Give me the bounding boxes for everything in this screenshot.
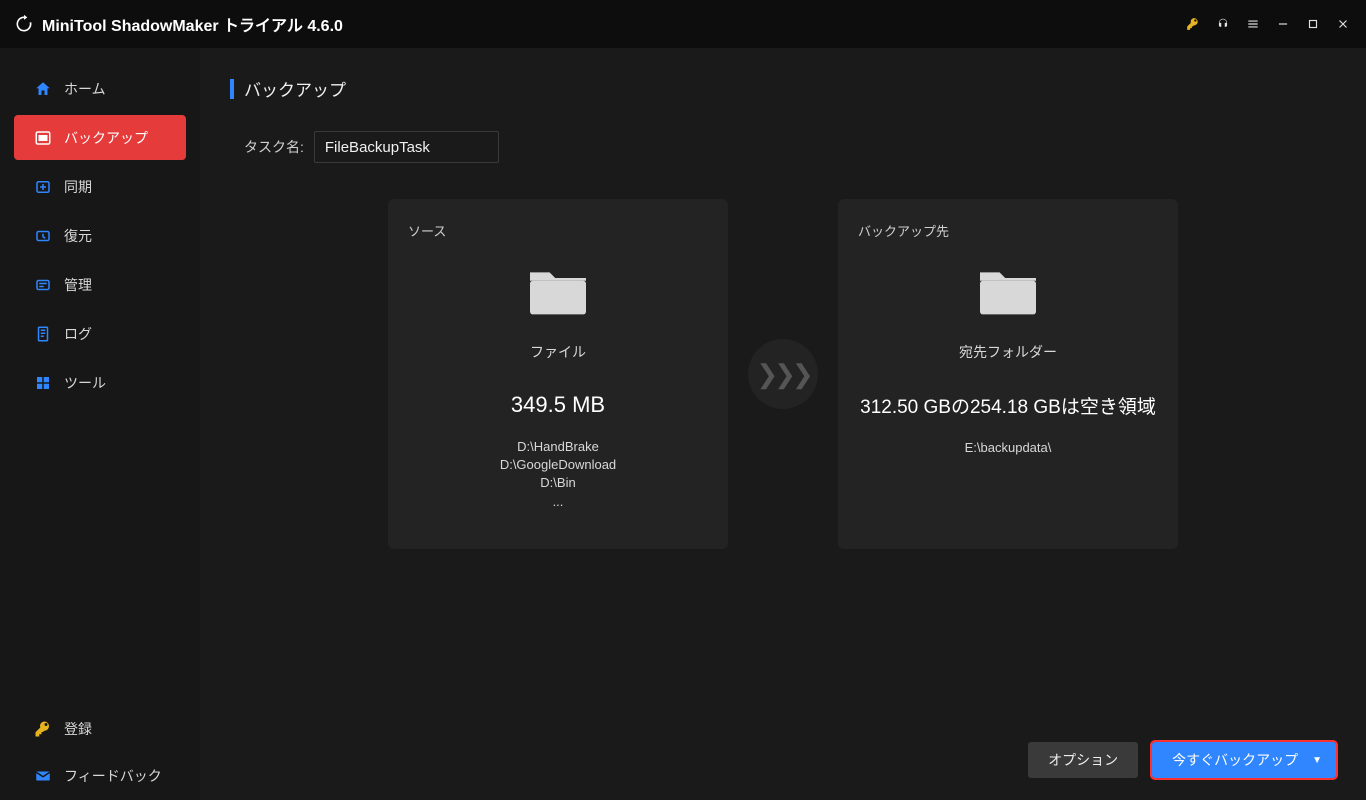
sidebar-item-label: ログ [64, 324, 92, 344]
sidebar-register[interactable]: 登録 [14, 706, 186, 751]
options-button[interactable]: オプション [1028, 742, 1138, 778]
restore-icon [34, 227, 52, 245]
task-name-label: タスク名: [244, 137, 304, 157]
source-paths: D:\HandBrake D:\GoogleDownload D:\Bin ..… [500, 438, 616, 511]
backup-cards: ソース ファイル 349.5 MB D:\HandBrake D:\Google… [230, 199, 1336, 549]
page-title: バックアップ [244, 76, 346, 101]
footer-actions: オプション 今すぐバックアップ ▼ [230, 722, 1336, 778]
sidebar-item-home[interactable]: ホーム [14, 66, 186, 111]
page-header: バックアップ [230, 76, 1336, 101]
destination-caption: バックアップ先 [858, 221, 949, 240]
license-key-icon[interactable] [1178, 9, 1208, 39]
sidebar-item-label: 同期 [64, 177, 92, 197]
app-logo-icon [14, 14, 34, 34]
sidebar: ホーム バックアップ 同期 復元 管理 ログ [0, 48, 200, 800]
destination-space: 312.50 GBの254.18 GBは空き領域 [860, 392, 1156, 419]
sidebar-feedback[interactable]: フィードバック [14, 753, 186, 798]
support-icon[interactable] [1208, 9, 1238, 39]
arrow-icon: ❯❯❯ [748, 339, 818, 409]
log-icon [34, 325, 52, 343]
key-icon [34, 720, 52, 738]
minimize-icon[interactable] [1268, 9, 1298, 39]
home-icon [34, 80, 52, 98]
folder-icon [973, 264, 1043, 320]
manage-icon [34, 276, 52, 294]
sidebar-item-label: ツール [64, 373, 106, 393]
destination-path: E:\backupdata\ [965, 439, 1052, 457]
sidebar-item-label: バックアップ [64, 128, 148, 148]
sidebar-item-sync[interactable]: 同期 [14, 164, 186, 209]
main-content: バックアップ タスク名: ソース ファイル 349.5 MB D:\HandBr… [200, 48, 1366, 800]
source-caption: ソース [408, 221, 446, 240]
backup-now-button[interactable]: 今すぐバックアップ ▼ [1152, 742, 1336, 778]
task-name-input[interactable] [314, 131, 499, 163]
dropdown-caret-icon: ▼ [1312, 755, 1322, 766]
task-name-row: タスク名: [244, 131, 1336, 163]
title-bar: MiniTool ShadowMaker トライアル 4.6.0 [0, 0, 1366, 48]
menu-icon[interactable] [1238, 9, 1268, 39]
sidebar-item-tools[interactable]: ツール [14, 360, 186, 405]
destination-type-label: 宛先フォルダー [959, 342, 1057, 362]
sidebar-item-label: 管理 [64, 275, 92, 295]
destination-card[interactable]: バックアップ先 宛先フォルダー 312.50 GBの254.18 GBは空き領域… [838, 199, 1178, 549]
close-icon[interactable] [1328, 9, 1358, 39]
header-accent-bar [230, 79, 234, 99]
mail-icon [34, 767, 52, 785]
sidebar-feedback-label: フィードバック [64, 766, 162, 786]
sidebar-item-restore[interactable]: 復元 [14, 213, 186, 258]
source-size: 349.5 MB [511, 392, 605, 418]
maximize-icon[interactable] [1298, 9, 1328, 39]
tools-icon [34, 374, 52, 392]
backup-icon [34, 129, 52, 147]
sidebar-item-label: 復元 [64, 226, 92, 246]
source-type-label: ファイル [530, 342, 586, 362]
app-logo: MiniTool ShadowMaker トライアル 4.6.0 [14, 12, 343, 36]
sidebar-item-label: ホーム [64, 79, 106, 99]
sidebar-item-log[interactable]: ログ [14, 311, 186, 356]
sidebar-register-label: 登録 [64, 719, 92, 739]
source-card[interactable]: ソース ファイル 349.5 MB D:\HandBrake D:\Google… [388, 199, 728, 549]
sidebar-item-backup[interactable]: バックアップ [14, 115, 186, 160]
sidebar-item-manage[interactable]: 管理 [14, 262, 186, 307]
sync-icon [34, 178, 52, 196]
folder-icon [523, 264, 593, 320]
app-title: MiniTool ShadowMaker トライアル 4.6.0 [42, 12, 343, 36]
